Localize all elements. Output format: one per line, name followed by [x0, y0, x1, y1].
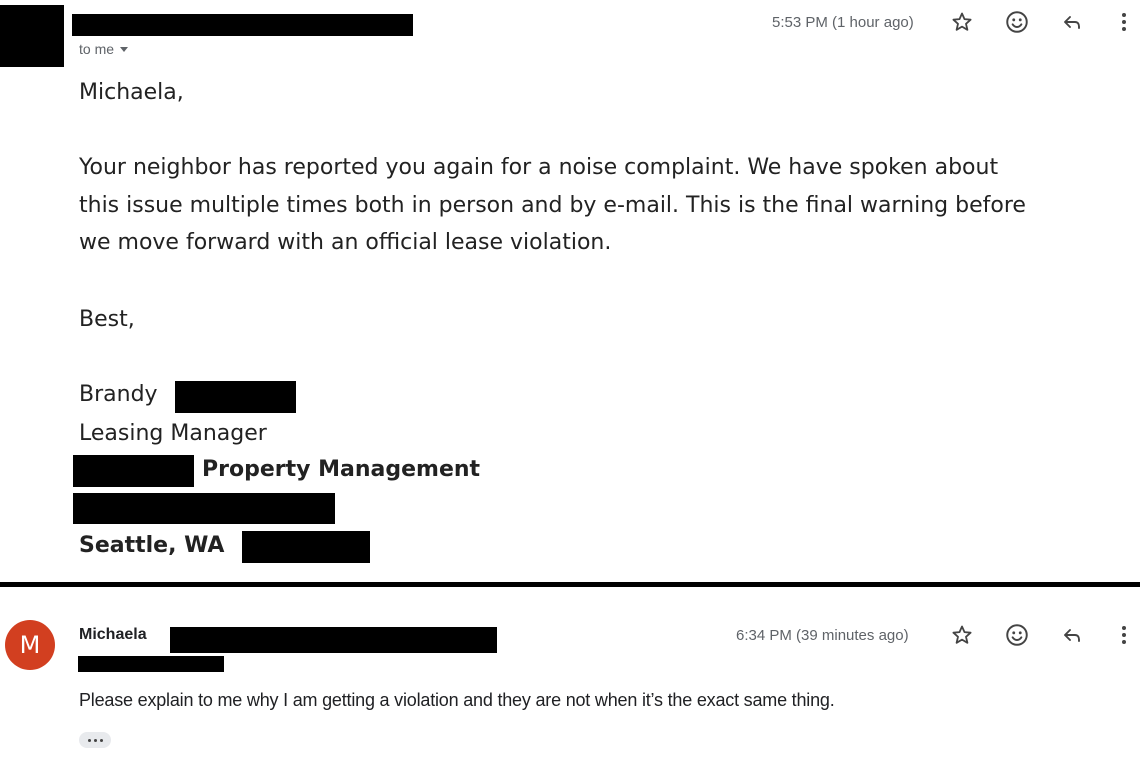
- emoji-icon: [1006, 624, 1028, 646]
- add-reaction-button[interactable]: [1003, 621, 1031, 649]
- avatar[interactable]: M: [5, 620, 55, 670]
- company-name-redacted: [73, 455, 194, 487]
- to-me-label: to me: [79, 41, 115, 57]
- show-trimmed-content-button[interactable]: [79, 732, 111, 748]
- body-line-2: this issue multiple times both in person…: [79, 193, 1026, 218]
- reply-button[interactable]: [1058, 621, 1086, 649]
- address-redacted: [73, 493, 335, 524]
- emoji-icon: [1006, 11, 1028, 33]
- signature-city-state: Seattle, WA: [79, 533, 225, 558]
- more-vert-icon: [1122, 13, 1126, 31]
- star-button[interactable]: [948, 8, 976, 36]
- signature-surname-redacted: [175, 381, 296, 413]
- message-body: Please explain to me why I am getting a …: [79, 690, 835, 710]
- reply-icon: [1064, 16, 1080, 29]
- body-line-1: Your neighbor has reported you again for…: [79, 155, 999, 180]
- sender-email-redacted: [78, 656, 224, 672]
- body-line-3: we move forward with an official lease v…: [79, 230, 612, 255]
- star-icon: [952, 625, 972, 644]
- message-timestamp: 6:34 PM (39 minutes ago): [736, 627, 909, 644]
- reply-icon: [1064, 629, 1080, 642]
- more-vert-icon: [1122, 626, 1126, 644]
- sender-surname-redacted: [170, 627, 497, 653]
- sender-name-redacted: [72, 14, 413, 36]
- signature-name: Brandy: [79, 382, 158, 407]
- chevron-down-icon: [120, 47, 129, 52]
- message-timestamp: 5:53 PM (1 hour ago): [772, 14, 914, 31]
- star-button[interactable]: [948, 621, 976, 649]
- more-options-button[interactable]: [1110, 8, 1138, 36]
- star-icon: [952, 12, 972, 31]
- ellipsis-dot: [93, 738, 97, 742]
- add-reaction-button[interactable]: [1003, 8, 1031, 36]
- sender-name: Michaela: [79, 626, 147, 643]
- signature-title: Leasing Manager: [79, 421, 267, 446]
- signature-company: Property Management: [202, 457, 481, 482]
- reply-button[interactable]: [1058, 8, 1086, 36]
- ellipsis-icon: [87, 738, 91, 742]
- divider: [0, 582, 1140, 587]
- more-options-button[interactable]: [1110, 621, 1138, 649]
- ellipsis-dot: [99, 738, 103, 742]
- sender-avatar-redacted: [0, 5, 64, 67]
- closing: Best,: [79, 307, 135, 332]
- greeting: Michaela,: [79, 80, 184, 105]
- recipient-details-toggle[interactable]: to me: [79, 41, 129, 57]
- zip-code-redacted: [242, 531, 370, 563]
